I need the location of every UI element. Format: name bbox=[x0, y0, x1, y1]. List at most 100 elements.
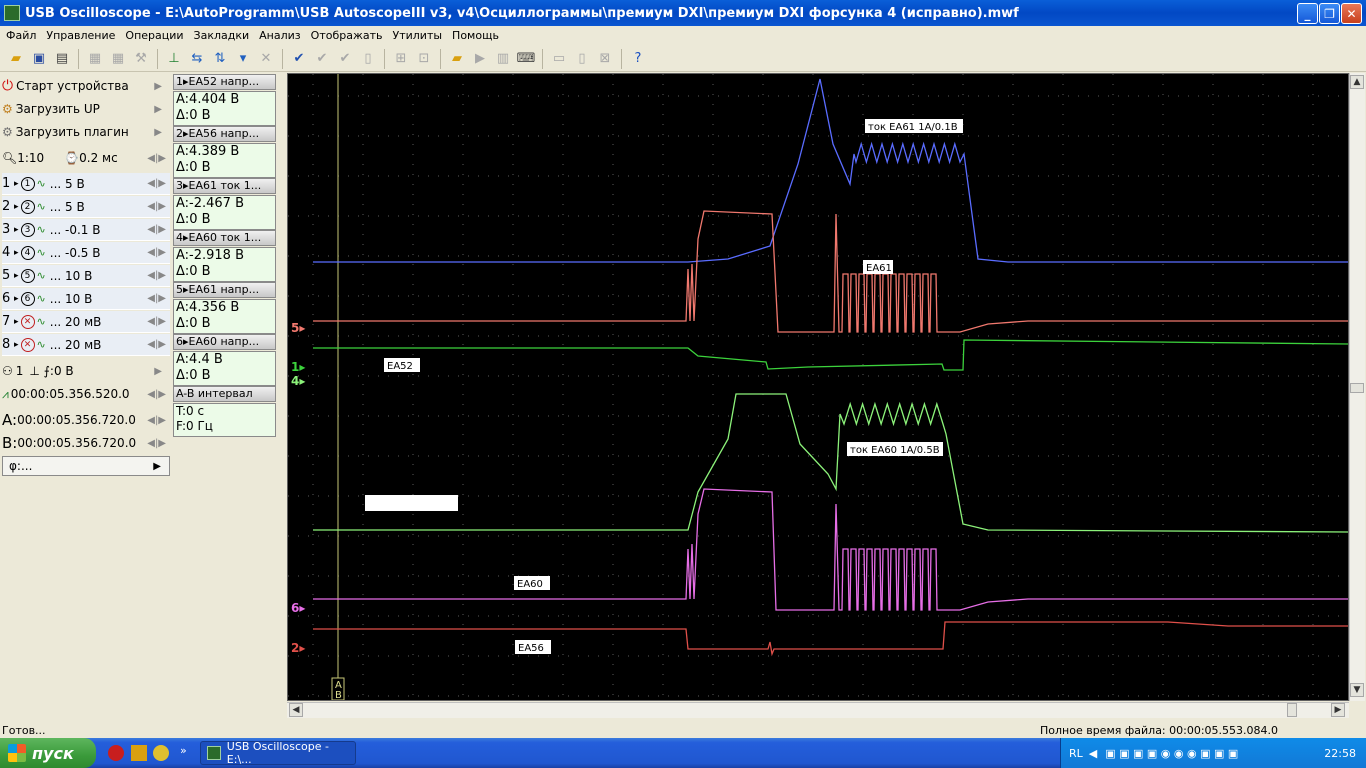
adjust-arrows-icon[interactable]: ◀|▶ bbox=[147, 339, 166, 350]
measurement-header-4[interactable]: 4▸EA60 ток 1... bbox=[173, 230, 276, 246]
channel-row-6[interactable]: 6 ▸ 6 ∿... 10 В ◀|▶ bbox=[2, 288, 170, 310]
scroll-down-icon[interactable]: ▼ bbox=[1350, 683, 1364, 697]
copy-icon[interactable]: ▦ bbox=[85, 49, 105, 69]
adjust-arrows-icon[interactable]: ◀|▶ bbox=[147, 224, 166, 235]
cursor-a-row[interactable]: A: 00:00:05.356.720.0 ◀|▶ bbox=[2, 409, 170, 431]
measurement-header-5[interactable]: 5▸EA61 напр... bbox=[173, 282, 276, 298]
menu-file[interactable]: Файл bbox=[2, 29, 42, 42]
check-icon[interactable]: ✔ bbox=[289, 49, 309, 69]
adjust-arrows-icon[interactable]: ◀|▶ bbox=[147, 201, 166, 212]
check-all-icon[interactable]: ✔ bbox=[312, 49, 332, 69]
keyboard-icon[interactable]: ⌨ bbox=[516, 49, 536, 69]
measurement-header-1[interactable]: 1▸EA52 напр... bbox=[173, 74, 276, 90]
delete-icon[interactable]: ✕ bbox=[256, 49, 276, 69]
print-icon[interactable]: ▤ bbox=[52, 49, 72, 69]
waveform-canvas[interactable]: AB5▸1▸4▸6▸2▸ток EA61 1A/0.1ВEA61EA52ток … bbox=[288, 74, 1348, 700]
channel-row-4[interactable]: 4 ▸ 4 ∿... -0.5 В ◀|▶ bbox=[2, 242, 170, 264]
adjust-arrows-icon[interactable]: ◀|▶ bbox=[147, 415, 166, 426]
maximize-button[interactable]: ❐ bbox=[1319, 3, 1340, 24]
phi-dropdown[interactable]: φ:... ▶ bbox=[2, 456, 170, 476]
cursor-b-row[interactable]: B: 00:00:05.356.720.0 ◀|▶ bbox=[2, 432, 170, 454]
record-icon[interactable]: ▥ bbox=[493, 49, 513, 69]
folder-icon[interactable] bbox=[131, 745, 147, 761]
adjust-arrows-icon[interactable]: ◀|▶ bbox=[147, 438, 166, 449]
title-bar[interactable]: USB Oscilloscope - E:\AutoProgramm\USB A… bbox=[0, 0, 1366, 26]
menu-view[interactable]: Отображать bbox=[307, 29, 389, 42]
chevron-right-icon[interactable]: » bbox=[180, 744, 187, 757]
tray-icons[interactable]: ▣ ▣ ▣ ▣ ◉ ◉ ◉ ▣ ▣ ▣ bbox=[1105, 747, 1238, 760]
channel-toggle-icon[interactable]: 6 bbox=[20, 291, 35, 306]
channel-toggle-icon[interactable]: 4 bbox=[20, 245, 35, 260]
channel-row-1[interactable]: 1 ▸ 1 ∿... 5 В ◀|▶ bbox=[2, 173, 170, 195]
trigger-time-row[interactable]: ⩘ 00:00:05.356.520.0 ◀|▶ bbox=[2, 383, 170, 405]
scroll-up-icon[interactable]: ▲ bbox=[1350, 75, 1364, 89]
interval-header[interactable]: A-B интервал bbox=[173, 386, 276, 402]
hscroll-thumb[interactable] bbox=[1287, 703, 1297, 717]
arrow-left-icon[interactable]: ◀ bbox=[1089, 747, 1097, 760]
tool-icon[interactable]: ⚒ bbox=[131, 49, 151, 69]
measurement-header-6[interactable]: 6▸EA60 напр... bbox=[173, 334, 276, 350]
chart-icon[interactable]: ▭ bbox=[549, 49, 569, 69]
adjust-arrows-icon[interactable]: ◀|▶ bbox=[147, 247, 166, 258]
zoom-select-icon[interactable]: ⊡ bbox=[414, 49, 434, 69]
menu-bookmarks[interactable]: Закладки bbox=[190, 29, 256, 42]
adjust-arrows-icon[interactable]: ◀|▶ bbox=[147, 293, 166, 304]
channel-toggle-icon[interactable]: 1 bbox=[20, 176, 35, 191]
zoom-timebase-row[interactable]: 🔍︎ 1:10 ⌚ 0.2 мс ◀|▶ bbox=[2, 147, 170, 169]
channel-row-2[interactable]: 2 ▸ 2 ∿... 5 В ◀|▶ bbox=[2, 196, 170, 218]
channel-toggle-icon[interactable]: ✕ bbox=[20, 314, 35, 329]
menu-utilities[interactable]: Утилиты bbox=[389, 29, 449, 42]
menu-analysis[interactable]: Анализ bbox=[255, 29, 307, 42]
cursor-icon[interactable]: ⇆ bbox=[187, 49, 207, 69]
media-icon[interactable] bbox=[153, 745, 169, 761]
adjust-arrows-icon[interactable]: ◀|▶ bbox=[147, 178, 166, 189]
load-up-button[interactable]: ⚙ Загрузить UP ▶ bbox=[2, 98, 170, 120]
start-device-button[interactable]: ⏻ Старт устройства ▶ bbox=[2, 75, 170, 97]
channel-row-7[interactable]: 7 ▸ ✕ ∿... 20 мВ ◀|▶ bbox=[2, 311, 170, 333]
scroll-right-icon[interactable]: ▶ bbox=[1331, 703, 1345, 717]
start-button[interactable]: пуск bbox=[0, 738, 96, 768]
help-icon[interactable]: ? bbox=[628, 49, 648, 69]
doc-icon[interactable]: ▯ bbox=[572, 49, 592, 69]
vertical-scrollbar[interactable]: ▲ ▼ bbox=[1349, 73, 1365, 701]
horizontal-scrollbar[interactable]: ◀ ▶ bbox=[287, 702, 1349, 718]
check-down-icon[interactable]: ✔ bbox=[335, 49, 355, 69]
opera-icon[interactable] bbox=[108, 745, 124, 761]
open-folder-icon[interactable]: ▰ bbox=[6, 49, 26, 69]
scroll-thumb[interactable] bbox=[1350, 383, 1364, 393]
paste-icon[interactable]: ▦ bbox=[108, 49, 128, 69]
trigger-icon[interactable]: ⊥ bbox=[164, 49, 184, 69]
zoom-fit-icon[interactable]: ⊞ bbox=[391, 49, 411, 69]
channel-toggle-icon[interactable]: ✕ bbox=[20, 337, 35, 352]
measurement-header-3[interactable]: 3▸EA61 ток 1... bbox=[173, 178, 276, 194]
close-button[interactable]: ✕ bbox=[1341, 3, 1362, 24]
play-icon[interactable]: ▶ bbox=[470, 49, 490, 69]
channel-row-8[interactable]: 8 ▸ ✕ ∿... 20 мВ ◀|▶ bbox=[2, 334, 170, 356]
scroll-left-icon[interactable]: ◀ bbox=[289, 703, 303, 717]
trigger-row[interactable]: ⚇ 1 ⊥ ⨍: 0 В ▶ bbox=[2, 360, 170, 382]
adjust-arrows-icon[interactable]: ◀|▶ bbox=[147, 153, 166, 164]
page-icon[interactable]: ▯ bbox=[358, 49, 378, 69]
menu-control[interactable]: Управление bbox=[42, 29, 121, 42]
channel-toggle-icon[interactable]: 5 bbox=[20, 268, 35, 283]
display-mode-icon[interactable]: ▾ bbox=[233, 49, 253, 69]
adjust-arrows-icon[interactable]: ◀|▶ bbox=[147, 316, 166, 327]
channel-row-5[interactable]: 5 ▸ 5 ∿... 10 В ◀|▶ bbox=[2, 265, 170, 287]
menu-help[interactable]: Помощь bbox=[448, 29, 505, 42]
taskbar-app-button[interactable]: USB Oscilloscope - E:\... bbox=[200, 740, 356, 766]
menu-operations[interactable]: Операции bbox=[121, 29, 189, 42]
channel-row-3[interactable]: 3 ▸ 3 ∿... -0.1 В ◀|▶ bbox=[2, 219, 170, 241]
channel-toggle-icon[interactable]: 2 bbox=[20, 199, 35, 214]
scale-icon[interactable]: ⇅ bbox=[210, 49, 230, 69]
folder-dropdown-icon[interactable]: ▰ bbox=[447, 49, 467, 69]
language-indicator[interactable]: RL bbox=[1069, 747, 1083, 760]
channel-toggle-icon[interactable]: 3 bbox=[20, 222, 35, 237]
oscilloscope-display[interactable]: A B 5▸ 1▸ 4▸ 6▸ 2▸ ток EA61 1A/0.1В EA61 EA52 ток … bbox=[287, 73, 1349, 701]
measurement-header-2[interactable]: 2▸EA56 напр... bbox=[173, 126, 276, 142]
cancel-icon[interactable]: ⊠ bbox=[595, 49, 615, 69]
save-icon[interactable]: ▣ bbox=[29, 49, 49, 69]
minimize-button[interactable]: _ bbox=[1297, 3, 1318, 24]
adjust-arrows-icon[interactable]: ◀|▶ bbox=[147, 270, 166, 281]
load-plugin-button[interactable]: ⚙ Загрузить плагин ▶ bbox=[2, 121, 170, 143]
adjust-arrows-icon[interactable]: ◀|▶ bbox=[147, 389, 166, 400]
